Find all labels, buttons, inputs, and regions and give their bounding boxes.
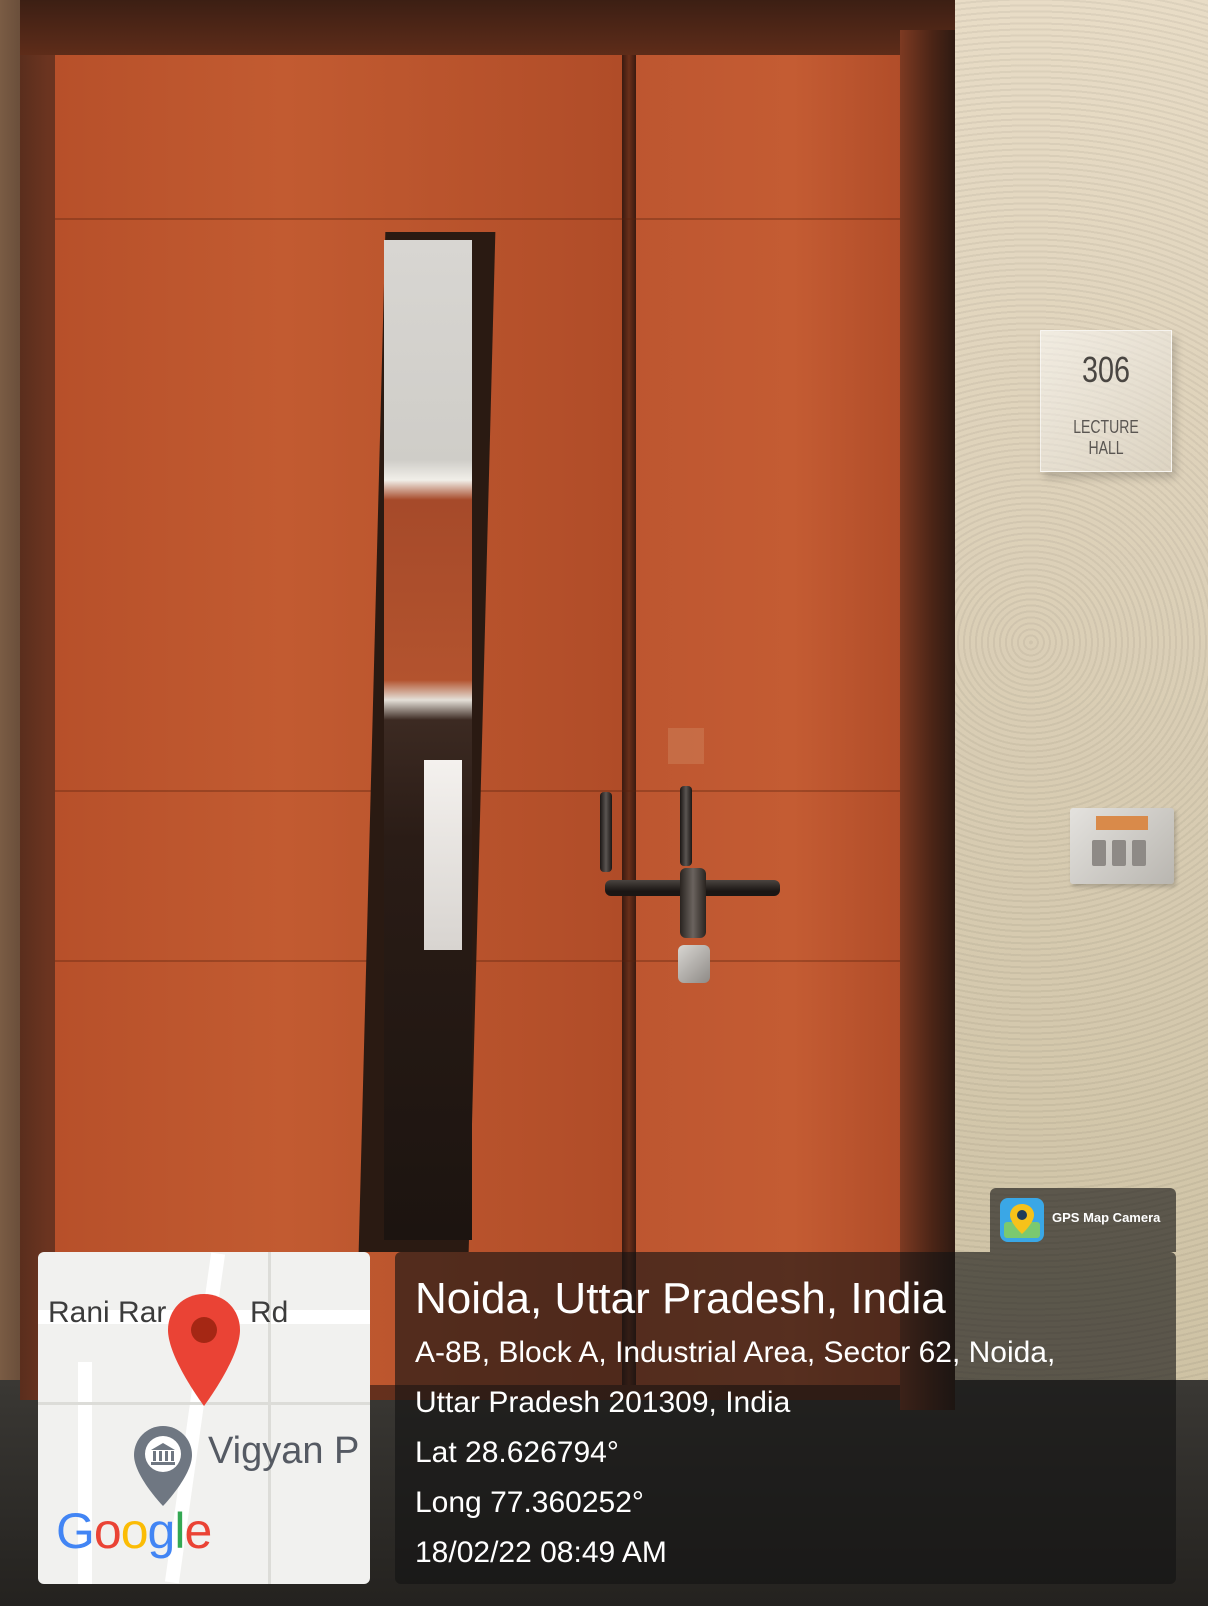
switch-button: [1132, 840, 1146, 866]
room-name: LECTURE HALL: [1073, 417, 1139, 458]
bolt-knob: [680, 868, 706, 938]
google-logo: Google: [56, 1502, 212, 1560]
door-right-leaf: [632, 55, 900, 1385]
app-badge: GPS Map Camera: [990, 1188, 1176, 1252]
museum-icon: [134, 1426, 192, 1506]
room-number: 306: [1081, 349, 1131, 390]
place-title: Noida, Uttar Pradesh, India: [415, 1274, 946, 1323]
location-info-card: Noida, Uttar Pradesh, India A-8B, Block …: [395, 1252, 1176, 1584]
door-frame-right: [900, 30, 955, 1410]
vision-panel-glass: [384, 240, 472, 1240]
door-handle-right: [680, 786, 692, 866]
google-logo-letter: e: [184, 1503, 212, 1559]
location-pin-icon: [168, 1294, 240, 1406]
door-seam: [55, 218, 900, 220]
google-logo-letter: o: [120, 1503, 149, 1559]
timestamp: 18/02/22 08:49 AM: [415, 1536, 667, 1569]
switch-warning-label: [1096, 816, 1148, 830]
longitude: Long 77.360252°: [415, 1486, 644, 1519]
map-thumbnail: Rani Rar Rd Vigyan P Google: [38, 1252, 370, 1584]
door-seam: [55, 960, 900, 962]
google-logo-letter: l: [174, 1503, 185, 1559]
door-left-leaf: [55, 55, 625, 1385]
google-logo-letter: o: [93, 1503, 122, 1559]
door-frame-top: [20, 0, 955, 55]
room-sign: 306 LECTURE HALL: [1040, 330, 1172, 472]
gps-camera-icon: [1000, 1198, 1044, 1242]
google-logo-letter: G: [56, 1503, 95, 1559]
latitude: Lat 28.626794°: [415, 1436, 619, 1469]
door-tag: [668, 728, 704, 764]
switch-plate: [1070, 808, 1174, 884]
address-line-1: A-8B, Block A, Industrial Area, Sector 6…: [415, 1336, 1056, 1369]
reflected-poster: [424, 760, 462, 950]
door-gap: [622, 55, 636, 1385]
address-line-2: Uttar Pradesh 201309, India: [415, 1386, 791, 1419]
app-name: GPS Map Camera: [1052, 1210, 1161, 1225]
map-road-label: Rani Rar: [48, 1296, 167, 1329]
google-logo-letter: g: [147, 1503, 176, 1559]
map-poi-label: Vigyan P: [208, 1430, 360, 1472]
switch-button: [1112, 840, 1126, 866]
door-handle-left: [600, 792, 612, 872]
padlock: [678, 945, 710, 983]
switch-button: [1092, 840, 1106, 866]
map-road-label: Rd: [250, 1296, 289, 1329]
